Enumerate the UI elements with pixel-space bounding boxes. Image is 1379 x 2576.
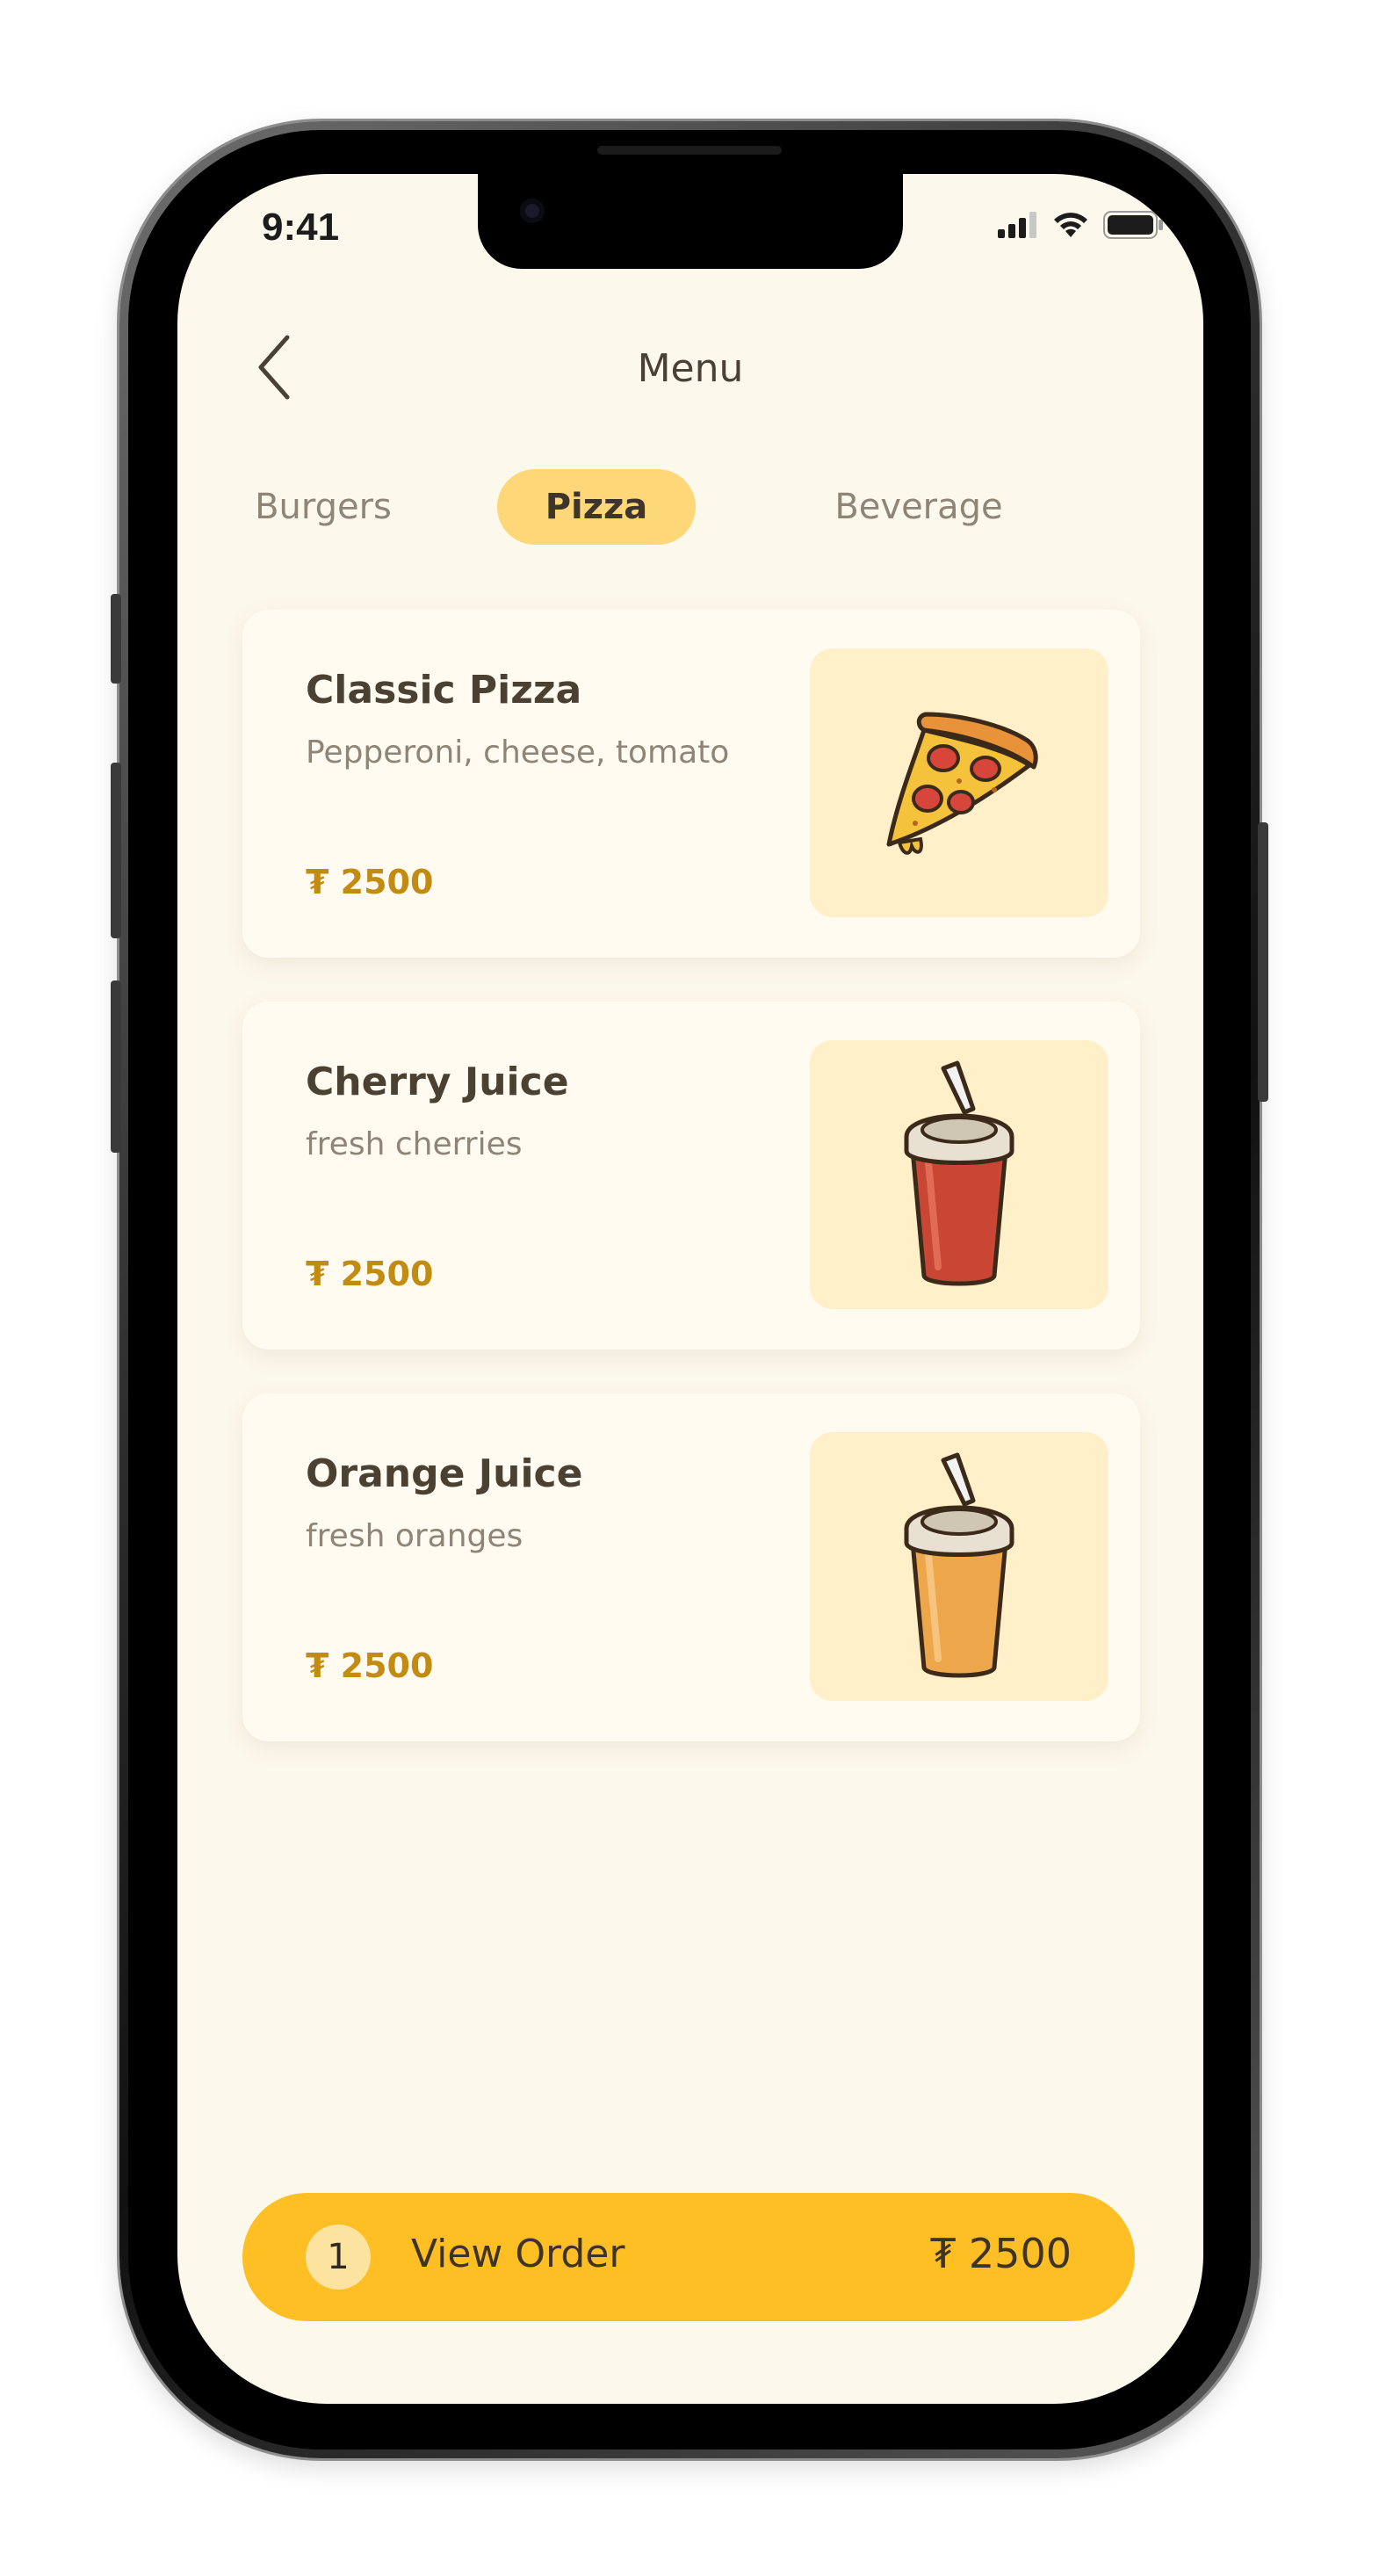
- item-price: ₮ 2500: [306, 1255, 434, 1293]
- front-camera-icon: [520, 199, 545, 223]
- status-icons: [998, 211, 1165, 239]
- battery-icon: [1103, 211, 1163, 239]
- orange-juice-cup-icon: [904, 1452, 1014, 1678]
- view-order-button[interactable]: 1 View Order ₮ 2500: [242, 2193, 1135, 2321]
- menu-item-card[interactable]: Orange Juice fresh oranges ₮ 2500: [242, 1393, 1140, 1741]
- order-count-badge: 1: [306, 2225, 371, 2290]
- item-price: ₮ 2500: [306, 863, 434, 901]
- item-description: fresh oranges: [306, 1518, 523, 1554]
- signal-icon: [998, 212, 1036, 238]
- item-image: [810, 1432, 1108, 1701]
- item-image: [810, 648, 1108, 917]
- speaker-grille: [597, 146, 782, 155]
- menu-item-card[interactable]: Cherry Juice fresh cherries ₮ 2500: [242, 1002, 1140, 1350]
- item-price: ₮ 2500: [306, 1646, 434, 1685]
- volume-down-button: [111, 980, 121, 1153]
- tab-beverage[interactable]: Beverage: [826, 469, 1012, 545]
- category-tabs: Burgers Pizza Beverage: [177, 469, 1203, 548]
- notch: [478, 174, 903, 269]
- volume-up-button: [111, 763, 121, 938]
- item-name: Cherry Juice: [306, 1060, 569, 1104]
- app-screen: 9:41 Menu Burgers Pizza Beverage Classic…: [177, 174, 1203, 2404]
- header: Menu: [177, 323, 1203, 411]
- tab-pizza[interactable]: Pizza: [497, 469, 696, 545]
- item-name: Orange Juice: [306, 1451, 583, 1496]
- power-button: [1258, 822, 1268, 1102]
- view-order-label: View Order: [411, 2232, 625, 2276]
- pizza-slice-icon: [886, 712, 1038, 855]
- item-name: Classic Pizza: [306, 668, 582, 713]
- item-description: Pepperoni, cheese, tomato: [306, 734, 730, 771]
- item-description: fresh cherries: [306, 1126, 523, 1162]
- cherry-juice-cup-icon: [904, 1060, 1014, 1286]
- status-time: 9:41: [262, 206, 340, 249]
- item-image: [810, 1040, 1108, 1309]
- menu-item-card[interactable]: Classic Pizza Pepperoni, cheese, tomato …: [242, 610, 1140, 958]
- page-title: Menu: [637, 346, 744, 391]
- tab-burgers[interactable]: Burgers: [253, 469, 393, 545]
- silent-switch: [111, 594, 121, 684]
- wifi-icon: [1054, 213, 1087, 237]
- order-total: ₮ 2500: [930, 2230, 1072, 2277]
